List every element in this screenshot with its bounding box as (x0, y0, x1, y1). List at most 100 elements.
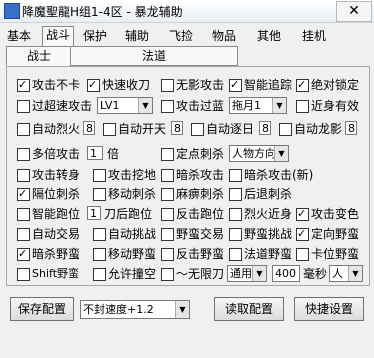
checkbox-auto-open-sky[interactable] (103, 123, 116, 136)
checkbox-shift-barbarian[interactable] (17, 268, 30, 281)
tab-fly-pick[interactable]: 飞捡 (166, 28, 196, 45)
checkbox-counter-reposition[interactable] (161, 208, 174, 221)
checkbox-attack-no-lag[interactable] (17, 76, 30, 94)
speed-select[interactable]: 不封速度+1.2 ▼ (80, 300, 190, 319)
checkbox-smart-track[interactable] (229, 76, 242, 94)
subtab-warrior[interactable]: 战士 (6, 46, 72, 66)
checkbox-counter-barbarian[interactable] (161, 248, 174, 261)
moon-drag-value: 拖月1 (232, 99, 261, 112)
checkbox-move-stab[interactable] (93, 188, 106, 201)
label-allow-empty-hit: 允许撞空 (108, 267, 157, 281)
main-tabs: 基本 战斗 保护 辅助 飞捡 物品 其他 挂机 (4, 26, 370, 47)
checkbox-mage-barbarian[interactable] (229, 248, 242, 261)
checkbox-allow-empty-hit[interactable] (93, 268, 106, 281)
checkbox-shadowless-attack[interactable] (161, 79, 174, 92)
load-config-button[interactable]: 读取配置 (214, 297, 284, 321)
label-counter-barbarian: 反击野蛮 (176, 247, 225, 261)
label-barbarian-trade: 野蛮交易 (176, 227, 225, 241)
checkbox-auto-chase-sun[interactable] (191, 123, 204, 136)
label-auto-open-sky: 自动开天 (118, 122, 167, 136)
auto-open-sky-input[interactable]: 8 (171, 121, 183, 135)
label-absolute-lock: 绝对锁定 (311, 78, 360, 92)
label-block-barbarian: 卡位野蛮 (311, 247, 360, 261)
checkbox-assassin-attack-new[interactable] (229, 169, 242, 182)
chevron-down-icon: ▼ (138, 98, 152, 113)
subtab-mage-taoist[interactable]: 法道 (70, 46, 238, 66)
checkbox-auto-dragon-shadow[interactable] (279, 123, 292, 136)
tab-assist[interactable]: 辅助 (122, 28, 152, 45)
target-select[interactable]: 人 ▼ (329, 265, 363, 282)
checkbox-flame-melee[interactable] (229, 208, 242, 221)
target-value: 人 (332, 267, 343, 280)
label-shift-barbarian: Shift野蛮 (32, 267, 80, 280)
blade-mode-value: 通用 (230, 267, 252, 280)
label-auto-chase-sun: 自动逐日 (206, 122, 255, 136)
checkbox-auto-trade[interactable] (17, 228, 30, 241)
label-auto-flame: 自动烈火 (32, 122, 81, 136)
checkbox-barbarian-challenge[interactable] (229, 228, 242, 241)
moon-drag-select[interactable]: 拖月1 ▼ (229, 97, 287, 114)
close-button[interactable]: ✕ (336, 1, 372, 22)
speed-value: 不封速度+1.2 (83, 303, 154, 316)
checkbox-auto-flame[interactable] (17, 123, 30, 136)
auto-chase-sun-input[interactable]: 8 (259, 121, 271, 135)
tab-combat[interactable]: 战斗 (42, 26, 75, 47)
checkbox-retreat-stab[interactable] (229, 188, 242, 201)
checkbox-attack-color[interactable] (296, 205, 309, 223)
label-gap-stab: 隔位刺杀 (32, 187, 81, 201)
label-melee-effective: 近身有效 (311, 99, 360, 113)
tab-items[interactable]: 物品 (209, 28, 239, 45)
label-paralyze-stab: 麻痹刺杀 (176, 187, 225, 201)
label-smart-track: 智能追踪 (244, 78, 293, 92)
quick-settings-button[interactable]: 快捷设置 (294, 297, 364, 321)
label-assassin-attack: 暗杀攻击 (176, 168, 225, 182)
auto-dragon-shadow-input[interactable]: 8 (345, 121, 357, 135)
chevron-down-icon: ▼ (272, 98, 286, 113)
checkbox-assassin-barbarian[interactable] (17, 245, 30, 263)
tab-afk[interactable]: 挂机 (299, 28, 329, 45)
label-move-barbarian: 移动野蛮 (108, 247, 157, 261)
label-directed-barbarian: 定向野蛮 (311, 227, 360, 241)
checkbox-move-barbarian[interactable] (93, 248, 106, 261)
checkbox-attack-turn[interactable] (17, 169, 30, 182)
title-bar: 降魔聖龍H组1-4区 - 暴龙辅助 ✕ (0, 0, 374, 23)
delay-ms-input[interactable]: 400 (272, 265, 300, 282)
multi-attack-input[interactable]: 1 (87, 146, 103, 160)
checkbox-gap-stab[interactable] (17, 185, 30, 203)
reposition-count-input[interactable]: 1 (87, 206, 101, 220)
checkbox-assassin-attack[interactable] (161, 169, 174, 182)
window-title: 降魔聖龍H组1-4区 - 暴龙辅助 (22, 5, 183, 19)
checkbox-overspeed-attack[interactable] (17, 100, 30, 113)
auto-flame-input[interactable]: 8 (83, 121, 95, 135)
checkbox-quick-sheathe[interactable] (87, 76, 100, 94)
label-attack-turn: 攻击转身 (32, 168, 81, 182)
overspeed-level-select[interactable]: LV1 ▼ (97, 97, 153, 114)
checkbox-absolute-lock[interactable] (296, 76, 309, 94)
blade-mode-select[interactable]: 通用 ▼ (227, 265, 267, 282)
tab-basic[interactable]: 基本 (4, 28, 34, 45)
tab-other[interactable]: 其他 (254, 28, 284, 45)
checkbox-paralyze-stab[interactable] (161, 188, 174, 201)
label-counter-reposition: 反击跑位 (176, 207, 225, 221)
label-fixed-stab: 定点刺杀 (176, 147, 225, 161)
checkbox-block-barbarian[interactable] (296, 248, 309, 261)
checkbox-auto-challenge[interactable] (93, 228, 106, 241)
label-auto-trade: 自动交易 (32, 227, 81, 241)
direction-select[interactable]: 人物方向 ▼ (229, 145, 289, 162)
label-times: 倍 (107, 147, 120, 161)
checkbox-multi-attack[interactable] (17, 148, 30, 161)
checkbox-attack-dig[interactable] (93, 169, 106, 182)
chevron-down-icon: ▼ (348, 266, 362, 281)
checkbox-melee-effective[interactable] (296, 100, 309, 113)
checkbox-infinite-blade[interactable] (161, 268, 174, 281)
tab-protect[interactable]: 保护 (80, 28, 110, 45)
label-barbarian-challenge: 野蛮挑战 (244, 227, 293, 241)
checkbox-directed-barbarian[interactable] (296, 225, 309, 243)
save-config-button[interactable]: 保存配置 (10, 297, 74, 321)
checkbox-fixed-stab[interactable] (161, 148, 174, 161)
label-auto-dragon-shadow: 自动龙影 (294, 122, 343, 136)
checkbox-smart-reposition[interactable] (17, 208, 30, 221)
label-reposition-after: 刀后跑位 (104, 207, 153, 221)
checkbox-attack-over-blue[interactable] (161, 100, 174, 113)
checkbox-barbarian-trade[interactable] (161, 228, 174, 241)
